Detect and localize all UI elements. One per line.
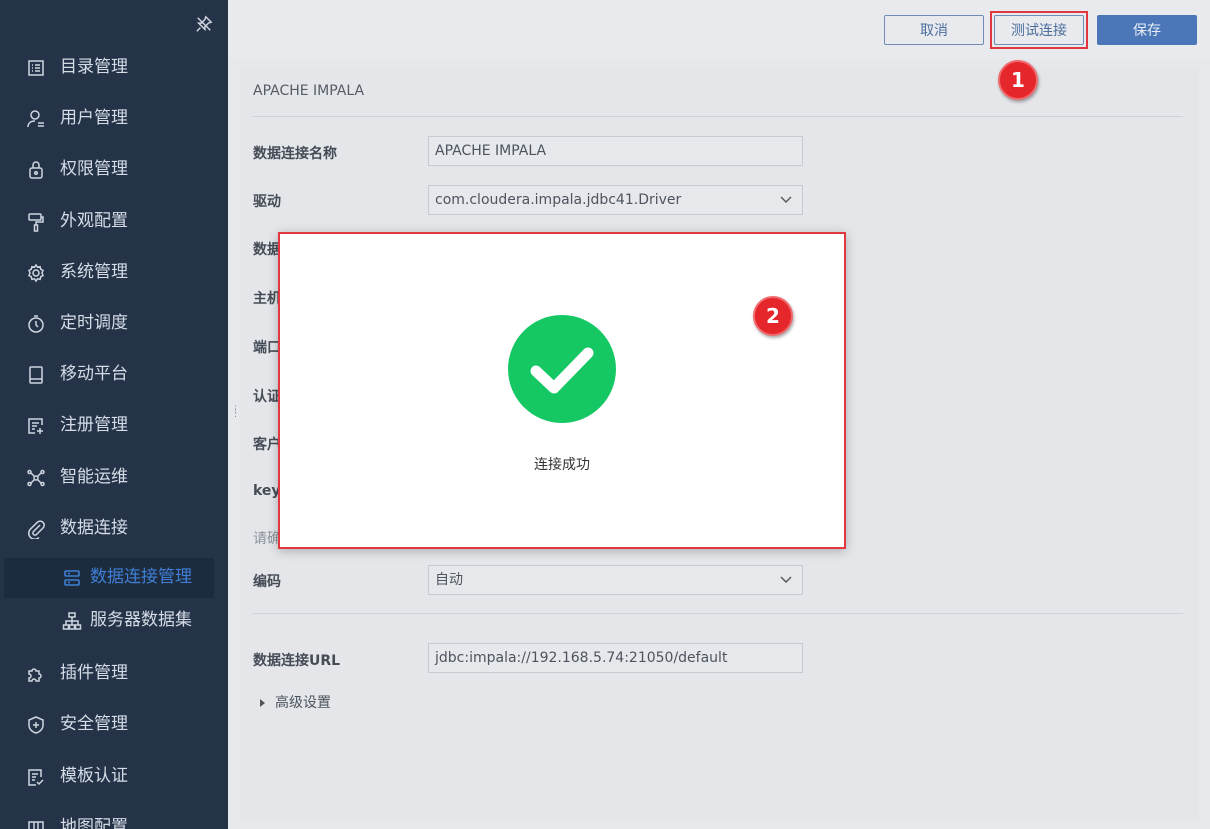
sidebar-item-label: 用户管理 [60, 108, 128, 128]
label-database: 数据 [253, 242, 281, 258]
sidebar-item-label: 数据连接管理 [90, 567, 192, 587]
sidebar-item-registration[interactable]: 注册管理 [0, 406, 228, 446]
driver-select[interactable]: com.cloudera.impala.jdbc41.Driver [428, 185, 803, 215]
label-port: 端口 [253, 340, 281, 356]
network-icon [27, 469, 45, 487]
hierarchy-icon [62, 612, 82, 630]
sidebar-item-server-dataset[interactable]: 服务器数据集 [0, 601, 228, 641]
map-icon [28, 821, 44, 829]
sidebar-item-map[interactable]: 地图配置 [0, 808, 228, 829]
resize-handle[interactable]: ⋮⋮ [231, 406, 240, 422]
cancel-button[interactable]: 取消 [884, 15, 984, 45]
annotation-badge-1: 1 [998, 60, 1038, 100]
sidebar-item-system[interactable]: 系统管理 [0, 253, 228, 293]
sidebar-item-users[interactable]: 用户管理 [0, 99, 228, 139]
sidebar-item-scheduler[interactable]: 定时调度 [0, 304, 228, 344]
sidebar: 目录管理 用户管理 权限管理 外观配置 系统管理 定时调度 移动平台 注册管理 … [0, 0, 228, 829]
chevron-down-icon [780, 196, 792, 203]
label-host: 主机 [253, 291, 281, 307]
sidebar-item-label: 移动平台 [60, 364, 128, 384]
highlight-box-test-connection [990, 11, 1088, 49]
check-circle-icon [508, 315, 616, 423]
sidebar-item-security[interactable]: 安全管理 [0, 705, 228, 745]
list-icon [28, 60, 44, 76]
chevron-down-icon [780, 576, 792, 583]
divider [253, 116, 1183, 117]
advanced-settings-label: 高级设置 [275, 695, 331, 711]
caret-right-icon [260, 699, 265, 707]
database-icon [64, 570, 80, 586]
puzzle-icon [28, 668, 42, 682]
toolbar: 取消 测试连接 保存 [228, 0, 1210, 58]
paperclip-icon [28, 520, 45, 539]
timer-icon [28, 315, 44, 333]
sidebar-item-appearance[interactable]: 外观配置 [0, 202, 228, 242]
driver-value: com.cloudera.impala.jdbc41.Driver [435, 192, 682, 208]
label-driver: 驱动 [253, 194, 281, 210]
sidebar-item-label: 地图配置 [60, 817, 128, 829]
sidebar-item-catalog[interactable]: 目录管理 [0, 48, 228, 88]
lock-icon [29, 161, 43, 179]
sidebar-item-label: 数据连接 [60, 518, 128, 538]
sidebar-item-label: 权限管理 [60, 159, 128, 179]
user-icon [27, 110, 44, 128]
label-encoding: 编码 [253, 574, 281, 590]
sidebar-item-label: 服务器数据集 [90, 610, 192, 630]
connection-url-input[interactable]: jdbc:impala://192.168.5.74:21050/default [428, 643, 803, 673]
encoding-select[interactable]: 自动 [428, 565, 803, 595]
connection-name-input[interactable]: APACHE IMPALA [428, 136, 803, 166]
tablet-icon [29, 366, 43, 384]
sidebar-item-label: 定时调度 [60, 313, 128, 333]
connection-success-dialog: 连接成功 [278, 232, 846, 549]
sidebar-item-label: 系统管理 [60, 262, 128, 282]
unpin-icon[interactable] [195, 15, 213, 33]
sidebar-item-label: 安全管理 [60, 714, 128, 734]
gear-icon [28, 263, 44, 283]
checkmark-icon [530, 347, 594, 394]
sidebar-item-data-connection[interactable]: 数据连接 [0, 509, 228, 549]
register-icon [28, 418, 43, 434]
sidebar-item-label: 模板认证 [60, 766, 128, 786]
label-connection-url: 数据连接URL [253, 653, 341, 669]
label-client: 客户 [253, 437, 281, 453]
success-message: 连接成功 [534, 457, 590, 473]
hint-text: 请确 [253, 531, 281, 547]
divider [253, 613, 1183, 614]
sidebar-item-mobile[interactable]: 移动平台 [0, 355, 228, 395]
paint-roller-icon [28, 213, 44, 232]
sidebar-item-plugins[interactable]: 插件管理 [0, 654, 228, 694]
shield-icon [28, 716, 44, 734]
sidebar-item-label: 外观配置 [60, 211, 128, 231]
sidebar-item-template-auth[interactable]: 模板认证 [0, 757, 228, 797]
label-key: key [253, 483, 281, 499]
form-title: APACHE IMPALA [253, 83, 365, 99]
sidebar-item-label: 注册管理 [60, 415, 128, 435]
sidebar-item-label: 智能运维 [60, 467, 128, 487]
label-auth: 认证 [253, 389, 281, 405]
sidebar-item-permissions[interactable]: 权限管理 [0, 150, 228, 190]
sidebar-item-label: 目录管理 [60, 57, 128, 77]
encoding-value: 自动 [435, 572, 463, 588]
advanced-settings-toggle[interactable]: 高级设置 [260, 692, 331, 712]
sidebar-item-ops[interactable]: 智能运维 [0, 458, 228, 498]
sidebar-item-data-connection-management[interactable]: 数据连接管理 [4, 558, 214, 598]
save-button[interactable]: 保存 [1097, 15, 1197, 45]
annotation-badge-2: 2 [753, 296, 793, 336]
sidebar-item-label: 插件管理 [60, 663, 128, 683]
label-connection-name: 数据连接名称 [253, 146, 337, 162]
document-check-icon [28, 769, 44, 786]
